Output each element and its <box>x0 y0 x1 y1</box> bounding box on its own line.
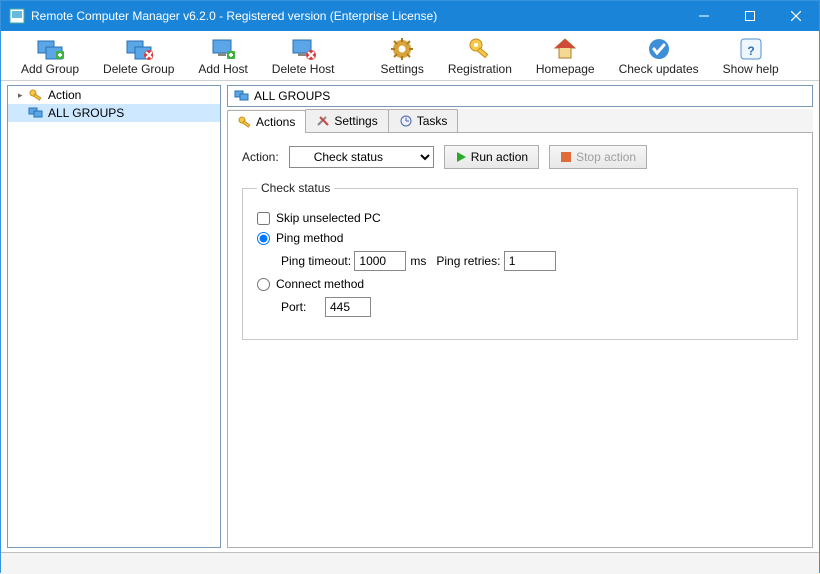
ping-timeout-label: Ping timeout: <box>281 254 351 268</box>
delete-group-icon <box>125 36 153 62</box>
navigation-tree: Action ALL GROUPS <box>7 85 221 548</box>
home-icon <box>551 36 579 62</box>
app-icon <box>9 8 25 24</box>
key-icon <box>28 88 44 102</box>
group-legend: Check status <box>257 181 334 195</box>
delete-host-button[interactable]: Delete Host <box>260 34 347 78</box>
tab-settings[interactable]: Settings <box>305 109 388 132</box>
tree-label: Action <box>48 88 81 102</box>
play-icon <box>455 151 467 163</box>
settings-button[interactable]: Settings <box>368 34 435 78</box>
toolbar-label: Homepage <box>536 62 595 76</box>
group-icon <box>28 106 44 120</box>
homepage-button[interactable]: Homepage <box>524 34 607 78</box>
toolbar-label: Add Host <box>198 62 247 76</box>
show-help-button[interactable]: ? Show help <box>711 34 791 78</box>
tab-label: Tasks <box>417 114 448 128</box>
registration-button[interactable]: Registration <box>436 34 524 78</box>
button-label: Run action <box>471 150 528 164</box>
help-icon: ? <box>737 36 765 62</box>
tab-label: Actions <box>256 115 295 129</box>
connect-method-radio[interactable] <box>257 278 270 291</box>
window-title: Remote Computer Manager v6.2.0 - Registe… <box>31 9 681 23</box>
action-label: Action: <box>242 150 279 164</box>
checkbox-label: Skip unselected PC <box>276 211 381 225</box>
delete-group-button[interactable]: Delete Group <box>91 34 186 78</box>
gear-icon <box>388 36 416 62</box>
check-status-group: Check status Skip unselected PC Ping met… <box>242 181 798 340</box>
toolbar-label: Settings <box>380 62 423 76</box>
toolbar-label: Check updates <box>619 62 699 76</box>
main-toolbar: Add Group Delete Group Add Host Delete H… <box>1 31 819 81</box>
delete-host-icon <box>289 36 317 62</box>
content-header-title: ALL GROUPS <box>254 89 330 103</box>
ping-retries-label: Ping retries: <box>436 254 500 268</box>
add-group-icon <box>36 36 64 62</box>
svg-text:?: ? <box>747 44 754 58</box>
stop-icon <box>560 151 572 163</box>
check-updates-button[interactable]: Check updates <box>607 34 711 78</box>
tools-icon <box>316 115 330 127</box>
radio-label: Ping method <box>276 231 343 245</box>
content-header: ALL GROUPS <box>227 85 813 107</box>
ms-label: ms <box>410 254 426 268</box>
add-host-button[interactable]: Add Host <box>186 34 259 78</box>
radio-label: Connect method <box>276 277 364 291</box>
toolbar-label: Show help <box>723 62 779 76</box>
port-input[interactable] <box>325 297 371 317</box>
tab-bar: Actions Settings Tasks <box>227 109 813 133</box>
add-group-button[interactable]: Add Group <box>9 34 91 78</box>
tree-label: ALL GROUPS <box>48 106 124 120</box>
tab-label: Settings <box>334 114 377 128</box>
toolbar-label: Registration <box>448 62 512 76</box>
key-icon <box>238 116 252 128</box>
tab-tasks[interactable]: Tasks <box>388 109 459 132</box>
maximize-button[interactable] <box>727 1 773 31</box>
group-icon <box>234 90 250 102</box>
tab-panel-actions: Action: Check status Run action Stop act… <box>227 133 813 548</box>
minimize-button[interactable] <box>681 1 727 31</box>
ping-method-radio[interactable] <box>257 232 270 245</box>
action-select[interactable]: Check status <box>289 146 434 168</box>
ping-retries-input[interactable] <box>504 251 556 271</box>
tree-item-action[interactable]: Action <box>8 86 220 104</box>
status-bar <box>1 552 819 574</box>
close-button[interactable] <box>773 1 819 31</box>
tab-actions[interactable]: Actions <box>227 110 306 133</box>
button-label: Stop action <box>576 150 636 164</box>
clock-icon <box>399 115 413 127</box>
stop-action-button: Stop action <box>549 145 647 169</box>
skip-unselected-checkbox[interactable] <box>257 212 270 225</box>
toolbar-label: Add Group <box>21 62 79 76</box>
key-icon <box>466 36 494 62</box>
toolbar-label: Delete Group <box>103 62 174 76</box>
run-action-button[interactable]: Run action <box>444 145 539 169</box>
port-label: Port: <box>281 300 325 314</box>
check-updates-icon <box>645 36 673 62</box>
add-host-icon <box>209 36 237 62</box>
ping-timeout-input[interactable] <box>354 251 406 271</box>
toolbar-label: Delete Host <box>272 62 335 76</box>
tree-item-all-groups[interactable]: ALL GROUPS <box>8 104 220 122</box>
title-bar: Remote Computer Manager v6.2.0 - Registe… <box>1 1 819 31</box>
